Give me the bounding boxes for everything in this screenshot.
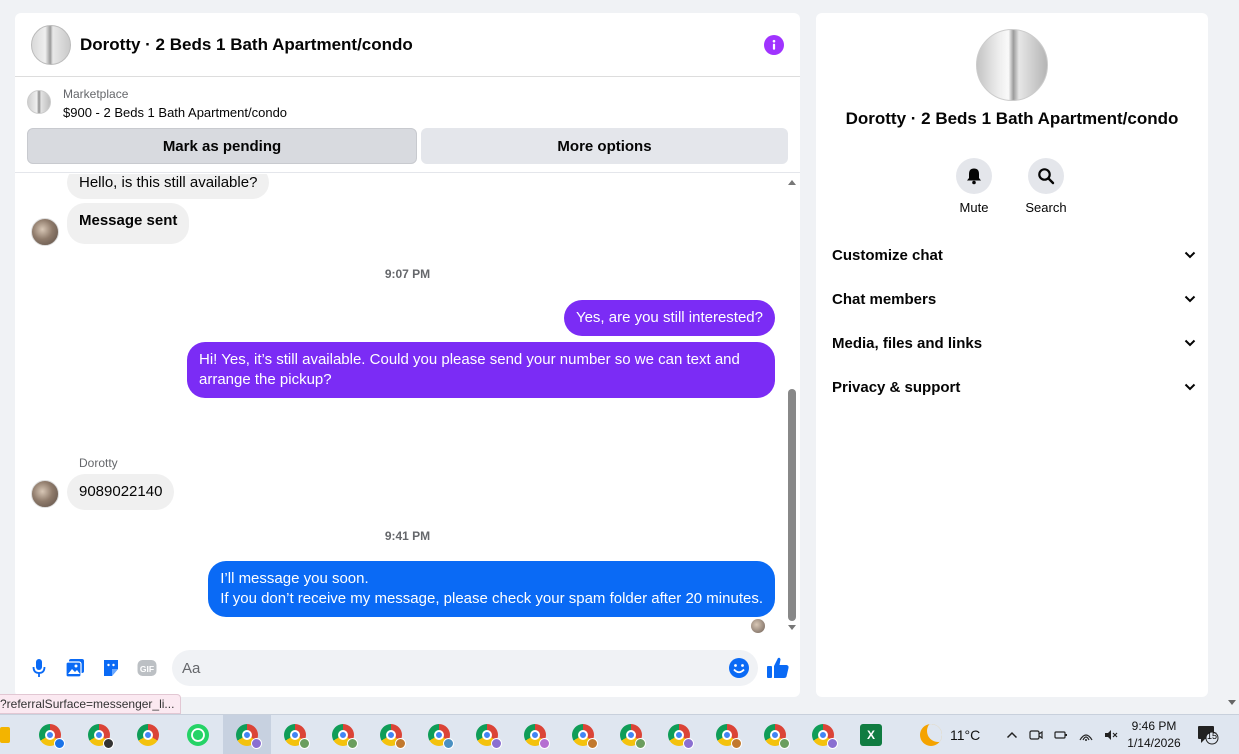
- temperature: 11°C: [950, 727, 981, 743]
- message-line: arrange the pickup?: [199, 371, 332, 388]
- section-label: Media, files and links: [832, 334, 983, 352]
- chat-avatar[interactable]: [31, 24, 71, 65]
- battery-icon[interactable]: [1054, 728, 1068, 742]
- system-tray: [1006, 715, 1118, 754]
- chrome-icon[interactable]: [668, 724, 694, 749]
- chrome-icon[interactable]: [380, 724, 406, 749]
- chrome-icon[interactable]: [137, 724, 159, 746]
- search-button[interactable]: Search: [1016, 158, 1076, 215]
- chevron-down-icon: [1184, 251, 1196, 259]
- file-explorer-icon[interactable]: [0, 727, 10, 743]
- message-list: Hello, is this still available? Message …: [15, 174, 800, 639]
- page-scroll-down-arrow-icon[interactable]: [1228, 700, 1236, 705]
- search-label: Search: [1025, 200, 1067, 215]
- windows-taskbar: X 11°C 9:46 PM 1/14/2026 15: [0, 714, 1239, 754]
- message-line: Hi! Yes, it’s still available. Could you…: [199, 351, 740, 368]
- wifi-icon[interactable]: [1079, 728, 1093, 742]
- message-input-wrapper: [172, 650, 758, 686]
- bell-icon: [967, 168, 981, 185]
- chrome-icon[interactable]: [88, 724, 114, 749]
- moon-icon: [920, 724, 942, 746]
- message-incoming[interactable]: Message sent: [67, 203, 190, 244]
- message-incoming[interactable]: 9089022140: [67, 474, 175, 510]
- conversation-info-panel: Dorotty · 2 Beds 1 Bath Apartment/condo …: [816, 13, 1208, 697]
- clock-time: 9:46 PM: [1131, 719, 1177, 733]
- thumbs-up-icon[interactable]: [765, 655, 791, 681]
- chrome-icon[interactable]: [812, 724, 838, 749]
- section-customize-chat[interactable]: Customize chat: [832, 233, 1196, 277]
- sender-avatar[interactable]: [31, 218, 59, 246]
- mute-button[interactable]: Mute: [944, 158, 1004, 215]
- chevron-down-icon: [1184, 383, 1196, 391]
- sender-avatar[interactable]: [31, 480, 59, 508]
- whatsapp-icon[interactable]: [187, 724, 209, 746]
- section-label: Privacy & support: [832, 378, 961, 396]
- chrome-icon[interactable]: [428, 724, 454, 749]
- scroll-thumb[interactable]: [788, 389, 796, 621]
- scroll-up-arrow-icon[interactable]: [788, 180, 796, 185]
- section-label: Chat members: [832, 290, 937, 308]
- sender-name: Dorotty: [79, 456, 118, 470]
- chrome-icon[interactable]: [476, 724, 502, 749]
- search-icon: [1038, 168, 1055, 185]
- listing-thumbnail[interactable]: [27, 90, 51, 114]
- chevron-up-icon[interactable]: [1006, 731, 1018, 739]
- clock-date: 1/14/2026: [1127, 736, 1181, 750]
- emoji-icon[interactable]: [728, 657, 750, 679]
- message-line: I’ll message you soon.: [220, 570, 369, 587]
- message-outgoing[interactable]: I’ll message you soon. If you don’t rece…: [208, 561, 775, 617]
- scroll-down-arrow-icon[interactable]: [788, 625, 796, 630]
- message-input[interactable]: [182, 659, 702, 677]
- chrome-icon[interactable]: [620, 724, 646, 749]
- chat-title[interactable]: Dorotty · 2 Beds 1 Bath Apartment/condo: [80, 35, 413, 55]
- system-clock[interactable]: 9:46 PM 1/14/2026: [1122, 718, 1186, 752]
- notification-center-icon[interactable]: 15: [1197, 725, 1219, 745]
- more-options-button[interactable]: More options: [421, 128, 788, 164]
- section-media-files-links[interactable]: Media, files and links: [832, 321, 1196, 365]
- message-composer: GIF: [15, 647, 800, 689]
- weather-widget[interactable]: 11°C: [920, 715, 980, 754]
- info-icon[interactable]: [764, 34, 784, 55]
- timestamp: 9:41 PM: [384, 529, 431, 543]
- chrome-icon[interactable]: [236, 724, 262, 749]
- photo-gallery-icon[interactable]: [63, 656, 87, 680]
- chrome-icon[interactable]: [716, 724, 742, 749]
- chat-panel: Dorotty · 2 Beds 1 Bath Apartment/condo …: [15, 13, 800, 697]
- chevron-down-icon: [1184, 295, 1196, 303]
- marketplace-banner: Marketplace $900 - 2 Beds 1 Bath Apartme…: [15, 77, 800, 173]
- section-chat-members[interactable]: Chat members: [832, 277, 1196, 321]
- meet-now-icon[interactable]: [1029, 728, 1043, 742]
- status-bar-link: ?referralSurface=messenger_li...: [0, 694, 182, 714]
- chrome-icon[interactable]: [524, 724, 550, 749]
- profile-photo[interactable]: [976, 29, 1048, 101]
- profile-name: Dorotty · 2 Beds 1 Bath Apartment/condo: [845, 109, 1179, 128]
- listing-title[interactable]: $900 - 2 Beds 1 Bath Apartment/condo: [63, 102, 287, 124]
- chrome-icon[interactable]: [39, 724, 65, 749]
- chrome-icon[interactable]: [284, 724, 310, 749]
- sticker-icon[interactable]: [99, 656, 123, 680]
- chrome-icon[interactable]: [572, 724, 598, 749]
- seen-indicator-avatar: [751, 619, 765, 633]
- speaker-muted-icon[interactable]: [1104, 728, 1118, 742]
- timestamp: 9:07 PM: [384, 267, 431, 281]
- mute-label: Mute: [959, 200, 989, 215]
- notification-count: 15: [1207, 731, 1218, 741]
- svg-text:GIF: GIF: [140, 664, 154, 674]
- section-privacy-support[interactable]: Privacy & support: [832, 365, 1196, 409]
- chrome-icon[interactable]: [764, 724, 790, 749]
- gif-icon[interactable]: GIF: [135, 656, 159, 680]
- microphone-icon[interactable]: [27, 656, 51, 680]
- chevron-down-icon: [1184, 339, 1196, 347]
- excel-icon[interactable]: X: [860, 724, 882, 746]
- chrome-icon[interactable]: [332, 724, 358, 749]
- section-label: Customize chat: [832, 246, 943, 264]
- message-outgoing[interactable]: Yes, are you still interested?: [563, 300, 775, 336]
- message-line: If you don’t receive my message, please …: [220, 590, 763, 607]
- message-outgoing[interactable]: Hi! Yes, it’s still available. Could you…: [187, 342, 775, 398]
- marketplace-label: Marketplace: [63, 87, 129, 101]
- chat-header: Dorotty · 2 Beds 1 Bath Apartment/condo: [15, 13, 800, 77]
- message-incoming[interactable]: Hello, is this still available?: [67, 174, 270, 199]
- mark-pending-button[interactable]: Mark as pending: [27, 128, 417, 164]
- message-scrollbar[interactable]: [785, 174, 800, 639]
